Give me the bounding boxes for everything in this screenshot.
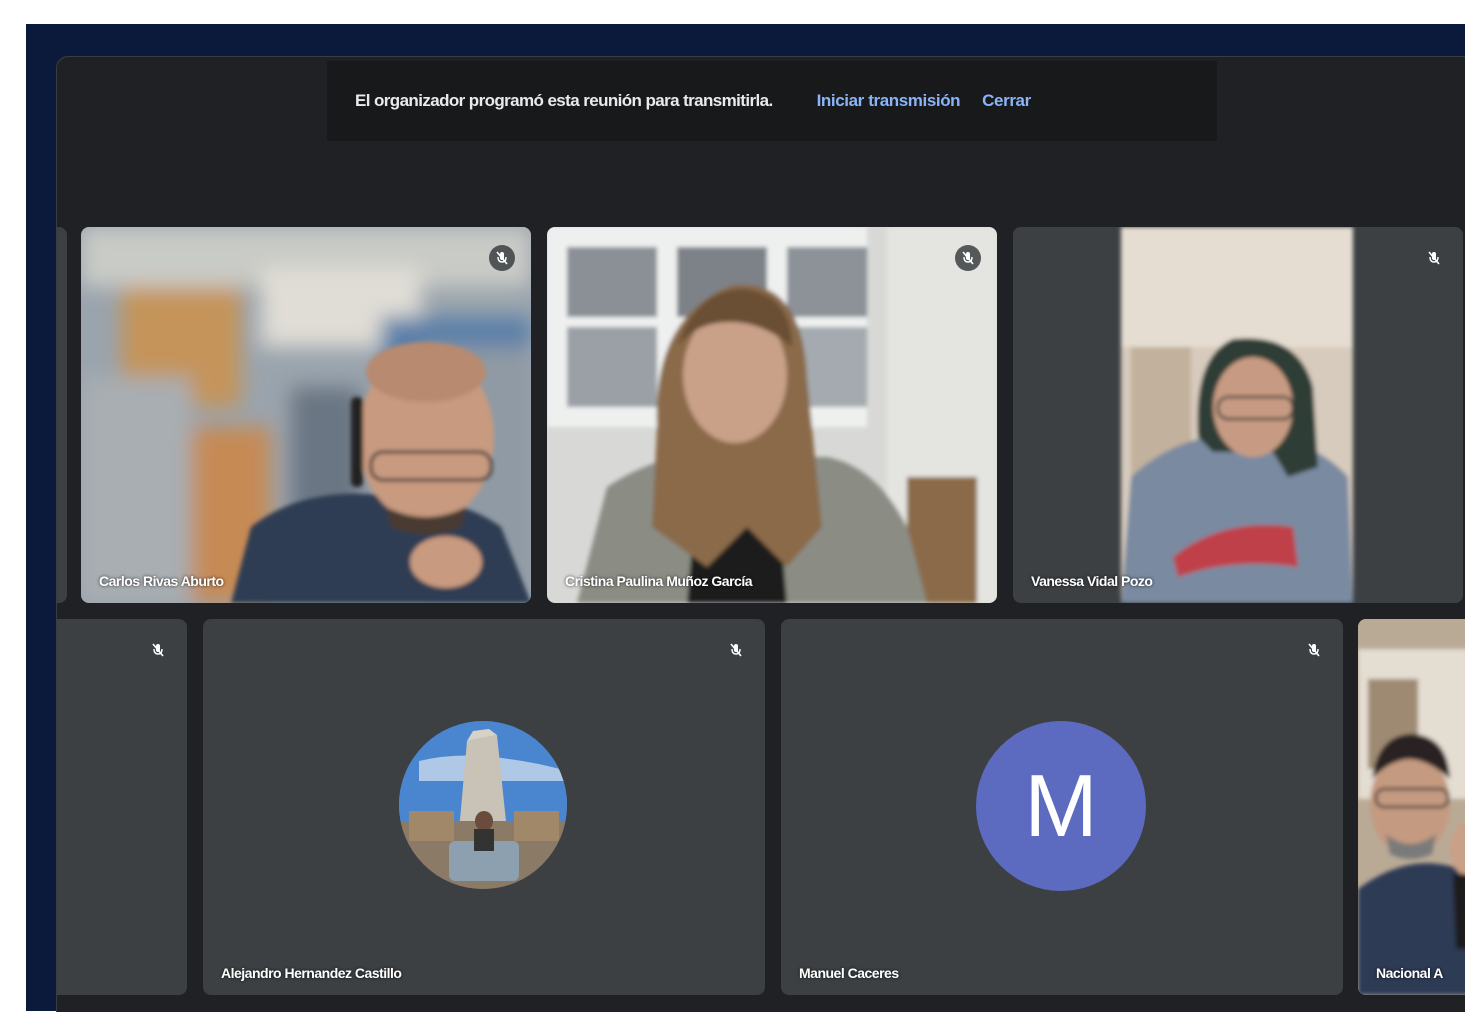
participant-tile[interactable]: M Manuel Caceres [781, 619, 1343, 995]
meeting-window: El organizador programó esta reunión par… [56, 56, 1465, 1012]
mic-off-icon [1421, 245, 1447, 271]
participant-tile-partial[interactable] [57, 619, 187, 995]
mic-off-icon [489, 245, 515, 271]
video-feed [1358, 619, 1465, 995]
mic-off-icon [723, 637, 749, 663]
participant-tile[interactable]: Alejandro Hernandez Castillo [203, 619, 765, 995]
video-feed [81, 227, 531, 603]
video-feed [547, 227, 997, 603]
mic-off-icon [1301, 637, 1327, 663]
start-broadcast-button[interactable]: Iniciar transmisión [817, 91, 961, 111]
avatar [399, 721, 567, 889]
mic-off-icon [955, 245, 981, 271]
banner-message: El organizador programó esta reunión par… [355, 91, 773, 110]
participant-tile-partial[interactable] [57, 227, 67, 603]
participant-name: Vanessa Vidal Pozo [1031, 573, 1153, 589]
video-feed [1013, 227, 1463, 603]
participant-name: Alejandro Hernandez Castillo [221, 965, 402, 981]
participant-name: Manuel Caceres [799, 965, 899, 981]
participant-name: Nacional A [1376, 965, 1443, 981]
mic-off-icon [145, 637, 171, 663]
broadcast-banner: El organizador programó esta reunión par… [327, 61, 1217, 141]
participant-name: Carlos Rivas Aburto [99, 573, 224, 589]
participant-tile[interactable]: Cristina Paulina Muñoz García [547, 227, 997, 603]
close-banner-button[interactable]: Cerrar [982, 91, 1031, 111]
participant-tile-active[interactable]: Nacional A [1358, 619, 1465, 995]
participant-tile[interactable]: Vanessa Vidal Pozo [1013, 227, 1463, 603]
participant-tile[interactable]: Carlos Rivas Aburto [81, 227, 531, 603]
avatar: M [976, 721, 1146, 891]
participant-name: Cristina Paulina Muñoz García [565, 573, 753, 589]
